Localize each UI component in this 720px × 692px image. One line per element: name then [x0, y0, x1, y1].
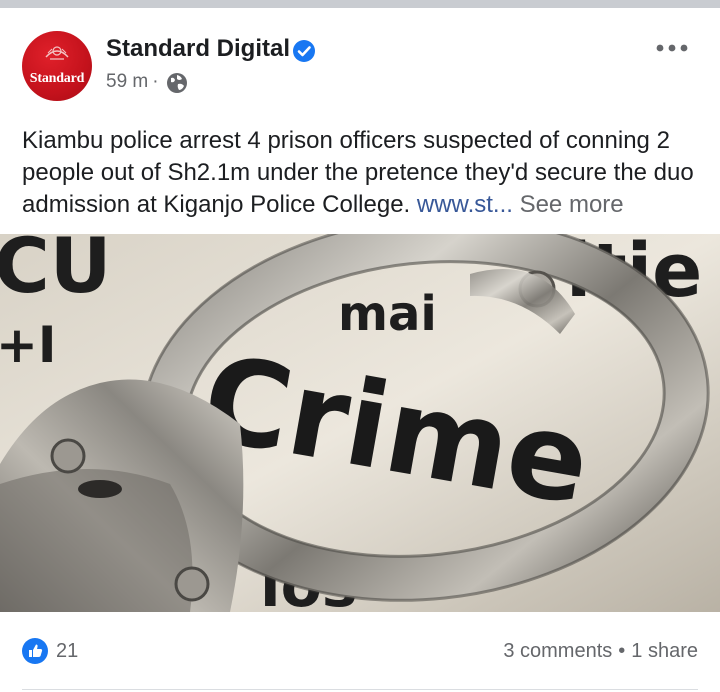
bg-text-left2: +I [0, 316, 57, 374]
action-divider [22, 689, 698, 690]
shares-count[interactable]: 1 share [631, 640, 698, 662]
feed-post: Standard Standard Digital 59 m · Kiambu p… [0, 8, 720, 692]
page-avatar[interactable]: Standard [22, 31, 92, 101]
avatar-brand-text: Standard [29, 71, 85, 86]
more-options-icon[interactable] [654, 38, 690, 58]
verified-badge-icon [293, 40, 315, 62]
bullet-separator: • [618, 640, 626, 662]
handcuffs-crime-image: CU +I itie mai los Crime [0, 234, 720, 612]
article-link[interactable]: www.st... [417, 191, 513, 218]
like-icon[interactable] [22, 638, 48, 664]
post-caption: Kiambu police arrest 4 prison officers s… [22, 125, 702, 221]
meta-separator: · [152, 71, 159, 92]
top-divider-bar [0, 0, 720, 8]
post-time[interactable]: 59 m [106, 71, 148, 92]
bg-text-top: mai [338, 286, 437, 342]
comments-count[interactable]: 3 comments [503, 640, 612, 662]
bg-text-left: CU [0, 234, 112, 310]
globe-icon [167, 73, 187, 93]
see-more-link[interactable]: See more [520, 191, 624, 218]
post-meta: 59 m · [106, 71, 163, 93]
post-stats: 21 3 comments • 1 share [0, 628, 720, 672]
engagement-summary: 3 comments • 1 share [503, 640, 698, 663]
crest-icon [45, 46, 69, 60]
page-name[interactable]: Standard Digital [106, 35, 290, 63]
like-count[interactable]: 21 [56, 640, 78, 663]
post-image[interactable]: CU +I itie mai los Crime [0, 234, 720, 612]
